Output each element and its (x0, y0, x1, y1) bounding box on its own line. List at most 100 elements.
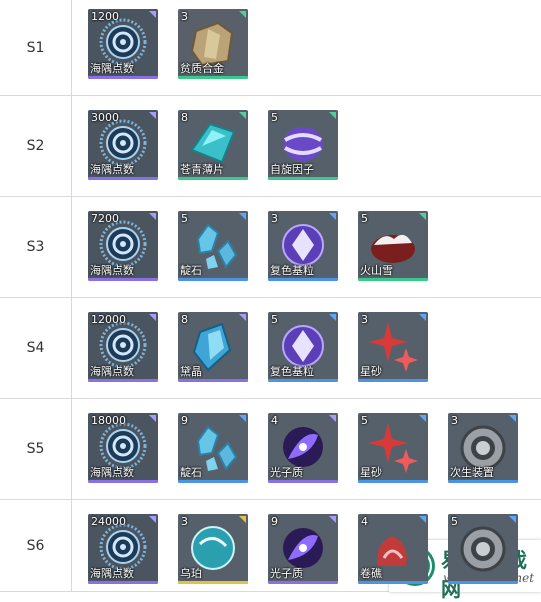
rarity-bar (448, 480, 518, 483)
reward-item[interactable]: 8 苍青薄片 (178, 110, 248, 180)
rarity-corner-icon (329, 314, 336, 321)
item-count: 9 (271, 515, 278, 528)
stage-label: S3 (0, 197, 72, 297)
reward-item[interactable]: 3 乌珀 (178, 514, 248, 584)
rarity-bar (88, 278, 158, 281)
item-name: 靛石 (180, 466, 202, 479)
reward-item[interactable]: 3 次生装置 (448, 413, 518, 483)
item-count: 9 (181, 414, 188, 427)
item-count: 5 (271, 111, 278, 124)
table-row: S2 3000 海隅点数 8 苍青薄片 5 自旋因子 (0, 96, 541, 197)
reward-item[interactable]: 5 火山雪 (358, 211, 428, 281)
rarity-bar (358, 581, 428, 584)
item-count: 5 (451, 515, 458, 528)
item-name: 海隅点数 (90, 365, 134, 378)
item-name: 光子质 (270, 466, 303, 479)
rarity-corner-icon (509, 516, 516, 523)
rarity-bar (178, 177, 248, 180)
rarity-bar (268, 278, 338, 281)
item-name: 复色基粒 (270, 365, 314, 378)
stage-label: S6 (0, 500, 72, 591)
item-name: 复色基粒 (270, 264, 314, 277)
table-row: S3 7200 海隅点数 5 靛石 3 复色基粒 5 火山雪 (0, 197, 541, 298)
rarity-bar (178, 76, 248, 79)
rarity-bar (268, 379, 338, 382)
reward-item[interactable]: 5 (448, 514, 518, 584)
item-count: 3 (181, 515, 188, 528)
rarity-corner-icon (239, 314, 246, 321)
stage-label: S5 (0, 399, 72, 499)
rarity-corner-icon (329, 516, 336, 523)
rarity-corner-icon (419, 314, 426, 321)
rarity-bar (178, 581, 248, 584)
reward-item[interactable]: 9 靛石 (178, 413, 248, 483)
reward-item[interactable]: 24000 海隅点数 (88, 514, 158, 584)
rarity-bar (268, 581, 338, 584)
item-count: 7200 (91, 212, 119, 225)
item-count: 3000 (91, 111, 119, 124)
reward-item[interactable]: 5 星砂 (358, 413, 428, 483)
reward-item[interactable]: 3 星砂 (358, 312, 428, 382)
item-count: 8 (181, 111, 188, 124)
item-count: 18000 (91, 414, 126, 427)
rarity-bar (178, 480, 248, 483)
item-name: 黛晶 (180, 365, 202, 378)
reward-item[interactable]: 3000 海隅点数 (88, 110, 158, 180)
reward-item[interactable]: 18000 海隅点数 (88, 413, 158, 483)
item-count: 1200 (91, 10, 119, 23)
item-name: 星砂 (360, 365, 382, 378)
reward-item[interactable]: 9 光子质 (268, 514, 338, 584)
rarity-bar (88, 480, 158, 483)
rarity-corner-icon (149, 213, 156, 220)
item-count: 5 (271, 313, 278, 326)
item-name: 星砂 (360, 466, 382, 479)
rarity-bar (268, 480, 338, 483)
rarity-corner-icon (239, 112, 246, 119)
reward-item[interactable]: 4 光子质 (268, 413, 338, 483)
item-name: 火山雪 (360, 264, 393, 277)
item-count: 3 (271, 212, 278, 225)
stage-label: S2 (0, 96, 72, 196)
table-row: S6 24000 海隅点数 3 乌珀 9 光子质 4 卷礁 5 (0, 500, 541, 592)
item-name: 海隅点数 (90, 466, 134, 479)
reward-item[interactable]: 5 靛石 (178, 211, 248, 281)
reward-item[interactable]: 5 自旋因子 (268, 110, 338, 180)
item-count: 3 (361, 313, 368, 326)
rarity-bar (358, 480, 428, 483)
rarity-corner-icon (329, 415, 336, 422)
item-name: 海隅点数 (90, 567, 134, 580)
item-count: 8 (181, 313, 188, 326)
rarity-corner-icon (509, 415, 516, 422)
item-count: 4 (361, 515, 368, 528)
item-count: 5 (361, 414, 368, 427)
rarity-corner-icon (419, 516, 426, 523)
rarity-corner-icon (149, 314, 156, 321)
item-count: 3 (451, 414, 458, 427)
item-name: 苍青薄片 (180, 163, 224, 176)
rarity-corner-icon (149, 112, 156, 119)
rarity-corner-icon (149, 415, 156, 422)
table-row: S5 18000 海隅点数 9 靛石 4 光子质 5 星砂 3 次生装置 (0, 399, 541, 500)
rarity-corner-icon (419, 213, 426, 220)
item-name: 海隅点数 (90, 264, 134, 277)
reward-item[interactable]: 5 复色基粒 (268, 312, 338, 382)
table-row: S4 12000 海隅点数 8 黛晶 5 复色基粒 3 星砂 (0, 298, 541, 399)
reward-item[interactable]: 3 复色基粒 (268, 211, 338, 281)
item-name: 次生装置 (450, 466, 494, 479)
rarity-corner-icon (239, 213, 246, 220)
rarity-corner-icon (419, 415, 426, 422)
reward-item[interactable]: 4 卷礁 (358, 514, 428, 584)
rarity-bar (448, 581, 518, 584)
item-name: 海隅点数 (90, 62, 134, 75)
reward-item[interactable]: 8 黛晶 (178, 312, 248, 382)
item-count: 24000 (91, 515, 126, 528)
item-name: 贫质合金 (180, 62, 224, 75)
rarity-corner-icon (239, 516, 246, 523)
reward-item[interactable]: 12000 海隅点数 (88, 312, 158, 382)
rarity-bar (88, 581, 158, 584)
reward-item[interactable]: 7200 海隅点数 (88, 211, 158, 281)
reward-item[interactable]: 3 贫质合金 (178, 9, 248, 79)
reward-item[interactable]: 1200 海隅点数 (88, 9, 158, 79)
rarity-bar (88, 177, 158, 180)
rarity-corner-icon (329, 213, 336, 220)
